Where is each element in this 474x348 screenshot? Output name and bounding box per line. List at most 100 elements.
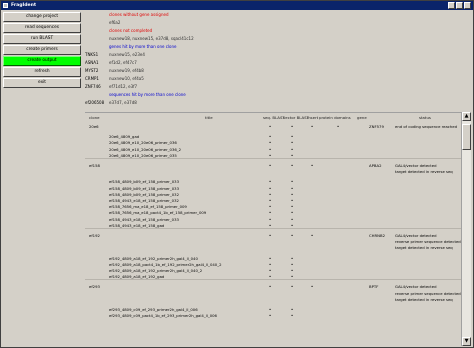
cell-status: reverse primer sequence detected	[395, 290, 461, 296]
cell-title: ef158_4809_b09_ef_158_primer_032	[109, 191, 180, 197]
table-row[interactable]: target detected in reverse seq	[85, 169, 461, 175]
check-bullet-icon: •	[268, 179, 272, 185]
cell-title: 20e6_4809_gad	[109, 134, 140, 140]
check-bullet-icon: •	[268, 233, 272, 238]
scroll-thumb[interactable]	[462, 124, 471, 150]
table-row[interactable]: target detected in reverse seq	[85, 245, 461, 251]
check-bullet-icon: •	[268, 140, 272, 146]
close-button[interactable]	[464, 2, 471, 9]
check-bullet-icon: •	[268, 210, 272, 216]
check-bullet-icon: •	[268, 163, 272, 168]
table-row[interactable]: ef158_4943_e18_ef_158_primer_033 • •	[85, 217, 461, 223]
table-row[interactable]: ef192_4809_a18_ef_192_primer2h_gal4_ll_0…	[85, 256, 461, 262]
scroll-up-arrow-icon[interactable]: ▲	[462, 112, 471, 121]
check-bullet-icon: •	[290, 140, 294, 146]
check-bullet-icon: •	[290, 134, 294, 140]
cell-gene: APBA2	[369, 163, 382, 168]
info-row: genes hit by more than one clone	[85, 44, 176, 52]
sidebar-button-run-BLAST[interactable]: run BLAST	[3, 34, 81, 44]
sidebar-button-change-project[interactable]: change project	[3, 12, 81, 22]
check-bullet-icon: •	[268, 307, 272, 312]
header-seq-blast: seq. BLAST	[263, 115, 285, 120]
table-row[interactable]: reverse primer sequence detected	[85, 291, 461, 297]
info-row: ASNA1 ef1d2, ef47c7	[85, 60, 137, 68]
check-bullet-icon: •	[268, 146, 272, 152]
info-row: nuxnew18, nuxnew15, e37d8, sqacl41c12	[85, 36, 194, 44]
table-row[interactable]: ef158_4809_b09_ef_158_primer_032 • •	[85, 192, 461, 198]
cell-clone: ef192	[89, 233, 100, 238]
cell-gene: ZNF579	[369, 124, 384, 129]
cell-title: ef192_4809_a18_ef_192_primer2h_gal4_ll_0…	[109, 268, 203, 273]
results-table: clone title seq. BLAST vector BLAST inse…	[85, 112, 461, 346]
info-value: sequences hit by more than one clone	[109, 92, 186, 97]
table-row[interactable]: ef158_7656_ma_e18_ef_158_primer_009 • •	[85, 204, 461, 210]
info-panel: clones without gene assigned ef6a2 clones …	[85, 12, 471, 112]
check-bullet-icon: •	[310, 233, 314, 238]
check-bullet-icon: •	[268, 134, 272, 140]
group-separator	[85, 228, 461, 229]
info-key	[85, 12, 109, 20]
check-bullet-icon: •	[290, 261, 294, 267]
info-value: nuxnew10, ef4a5	[109, 76, 144, 81]
sidebar-button-create-primers[interactable]: create primers	[3, 45, 81, 55]
app-window: FragIdent change project read sequences ru…	[0, 0, 474, 348]
table-row[interactable]: 20e6_4809_e10_20e06_primer_036 • •	[85, 140, 461, 146]
check-bullet-icon: •	[268, 313, 272, 319]
table-row[interactable]: 20e6_4809_e10_20e06_primer_036_2 • •	[85, 147, 461, 153]
sidebar-button-read-sequences[interactable]: read sequences	[3, 23, 81, 33]
info-key	[85, 44, 109, 52]
check-bullet-icon: •	[268, 268, 272, 273]
info-value: ef6a2	[109, 20, 121, 25]
check-bullet-icon: •	[290, 313, 294, 319]
table-row[interactable]: ef192_4809_a18_ef_192_primer2h_gal4_ll_0…	[85, 268, 461, 274]
check-bullet-icon: •	[268, 198, 272, 203]
sidebar-button-refresh[interactable]: refresh	[3, 67, 81, 77]
info-value: genes hit by more than one clone	[109, 44, 177, 49]
maximize-button[interactable]	[456, 2, 463, 9]
cell-clone: 20e6	[89, 124, 99, 129]
header-status: status	[419, 115, 431, 120]
window-title: FragIdent	[11, 3, 37, 8]
check-bullet-icon: •	[290, 284, 294, 290]
check-bullet-icon: •	[290, 191, 294, 197]
check-bullet-icon: •	[290, 216, 294, 222]
table-row[interactable]: target detected in reverse seq	[85, 297, 461, 303]
cell-status: GAL4/vector detected	[395, 284, 437, 290]
check-bullet-icon: •	[336, 124, 340, 129]
check-bullet-icon: •	[310, 284, 314, 290]
table-row[interactable]: ef158_7656_ma_e18_pact4_1b_ef_158_primer…	[85, 210, 461, 216]
table-row[interactable]: ef293 • • • BPTF GAL4/vector detected	[85, 284, 461, 290]
check-bullet-icon: •	[290, 204, 294, 210]
vertical-scrollbar[interactable]: ▲ ▼	[461, 112, 471, 346]
table-row[interactable]: 20e6 • • • • ZNF579 end of coding sequence rea…	[85, 124, 461, 130]
minimize-button[interactable]	[448, 2, 455, 9]
cell-title: ef192_4809_a18_ef_192_primer2h_gal4_ll_0…	[109, 255, 198, 261]
sidebar-button-create-output[interactable]: create output	[3, 56, 81, 66]
table-row[interactable]: ef158_4809_b09_ef_158_primer_033 • •	[85, 179, 461, 185]
table-row[interactable]: ef293_4809_c09_pact4_1b_ef_293_primer2h_…	[85, 313, 461, 319]
cell-title: 20e6_4809_e10_20e06_primer_036	[109, 140, 177, 146]
sidebar-button-exit[interactable]: exit	[3, 78, 81, 88]
cell-title: ef192_4809_a18_pact4_1b_ef_192_primer2h_…	[109, 261, 222, 267]
table-row[interactable]: ef192_4809_a18_pact4_1b_ef_192_primer2h_…	[85, 262, 461, 268]
cell-title: ef158_4943_e18_ef_158_primer_032	[109, 198, 179, 203]
scroll-down-arrow-icon[interactable]: ▼	[462, 337, 471, 346]
info-key: MYST2	[85, 68, 99, 73]
info-key: ZNF746	[85, 84, 101, 89]
info-key	[85, 92, 109, 100]
header-protein-domains: protein domains	[319, 115, 351, 120]
check-bullet-icon: •	[268, 204, 272, 210]
check-bullet-icon: •	[268, 124, 272, 129]
table-row[interactable]: ef192 • • • CHRNB2 GAL4/vector detected	[85, 233, 461, 239]
cell-clone: ef293	[89, 284, 100, 290]
info-row: clones without gene assigned	[85, 12, 169, 20]
table-row[interactable]: 20e6_4809_gad • •	[85, 134, 461, 140]
table-row[interactable]: ef158 • • • APBA2 GAL4/vector detected	[85, 163, 461, 169]
table-row[interactable]: ef158_4943_e18_ef_158_primer_032 • •	[85, 198, 461, 204]
table-row[interactable]: reverse primer sequence detected	[85, 239, 461, 245]
check-bullet-icon: •	[310, 163, 314, 168]
header-gene: gene	[357, 115, 367, 120]
title-bar[interactable]: FragIdent	[1, 1, 473, 10]
table-row[interactable]: ef158_4809_b09_ef_158_primer_033 • •	[85, 186, 461, 192]
table-row[interactable]: ef293_4809_c09_ef_293_primer2h_gal4_ll_0…	[85, 307, 461, 313]
